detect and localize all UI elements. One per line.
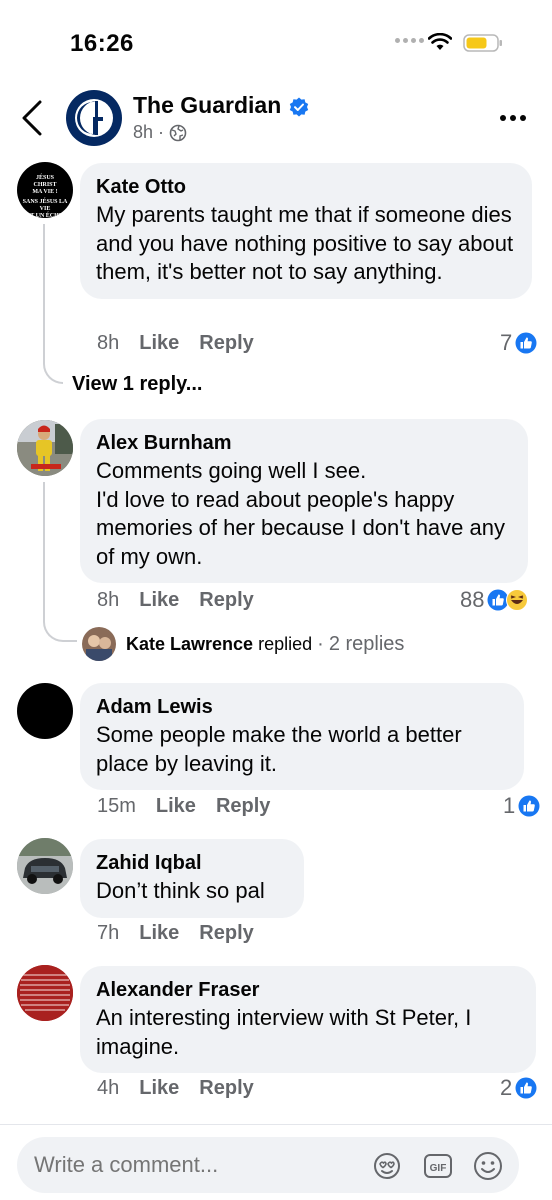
gif-icon[interactable]: GIF xyxy=(422,1150,454,1182)
replied-label: replied xyxy=(258,633,313,654)
avatar-photo xyxy=(17,420,73,476)
avatar-kate-lawrence xyxy=(82,627,116,661)
comment-composer[interactable]: GIF xyxy=(17,1137,519,1193)
reaction-count: 88 xyxy=(460,587,485,612)
comment-text: My parents taught me that if someone die… xyxy=(96,202,514,284)
comment-author[interactable]: Kate Otto xyxy=(96,174,516,200)
comment-text: Some people make the world a better plac… xyxy=(96,722,462,776)
reaction-count: 7 xyxy=(500,330,513,355)
comment-bubble[interactable]: Adam Lewis Some people make the world a … xyxy=(80,683,524,790)
verified-badge-icon xyxy=(289,97,309,117)
comment-text: An interesting interview with St Peter, … xyxy=(96,1005,472,1059)
replier-name[interactable]: Kate Lawrence xyxy=(126,634,253,654)
post-time: 8h xyxy=(133,122,154,142)
post-meta: 8h · xyxy=(133,122,187,143)
status-time: 16:26 xyxy=(70,30,134,57)
status-bar: 16:26 xyxy=(0,0,552,80)
replies-count[interactable]: 2 replies xyxy=(329,633,405,655)
like-button[interactable]: Like xyxy=(139,1077,179,1100)
reply-button[interactable]: Reply xyxy=(199,332,253,355)
avatar-alexander-fraser[interactable] xyxy=(17,965,73,1021)
comment-bubble[interactable]: Zahid Iqbal Don’t think so pal xyxy=(80,839,304,918)
like-button[interactable]: Like xyxy=(139,589,179,612)
comment-bubble[interactable]: Kate Otto My parents taught me that if s… xyxy=(80,163,532,299)
svg-text:GIF: GIF xyxy=(430,1163,447,1174)
view-replies-link[interactable]: View 1 reply... xyxy=(72,373,202,396)
like-reaction-icon xyxy=(515,332,537,354)
comment-actions: 8h Like Reply xyxy=(97,589,254,612)
back-icon[interactable] xyxy=(18,98,46,138)
reaction-summary[interactable]: 1 xyxy=(503,793,540,819)
avatar-photo xyxy=(17,838,73,894)
reply-button[interactable]: Reply xyxy=(216,795,270,818)
signal-icon xyxy=(395,38,424,43)
replies-preview[interactable]: Kate Lawrence replied · 2 replies xyxy=(82,627,404,661)
comment-author[interactable]: Zahid Iqbal xyxy=(96,850,288,876)
comment-composer-bar: GIF xyxy=(0,1124,552,1200)
wifi-icon xyxy=(428,33,452,50)
comment-author[interactable]: Adam Lewis xyxy=(96,694,508,720)
meta-separator: · xyxy=(317,632,324,655)
comment-time: 8h xyxy=(97,332,120,354)
comment-time: 7h xyxy=(97,922,120,944)
emoji-icon[interactable] xyxy=(472,1150,504,1182)
like-button[interactable]: Like xyxy=(139,922,179,945)
comment-actions: 7h Like Reply xyxy=(97,922,254,945)
comment-bubble[interactable]: Alexander Fraser An interesting intervie… xyxy=(80,966,536,1073)
like-reaction-icon xyxy=(515,1077,537,1099)
reaction-summary[interactable]: 88 xyxy=(460,587,529,613)
comment-text: Comments going well I see. I'd love to r… xyxy=(96,458,505,569)
reaction-summary[interactable]: 2 xyxy=(500,1075,537,1101)
reaction-count: 2 xyxy=(500,1075,513,1100)
comment-author[interactable]: Alexander Fraser xyxy=(96,977,520,1003)
post-header: The Guardian 8h · xyxy=(0,80,552,155)
avatar-zahid-iqbal[interactable] xyxy=(17,838,73,894)
avatar-adam-lewis[interactable] xyxy=(17,683,73,739)
avatar-sticker-icon[interactable] xyxy=(371,1150,403,1182)
reply-button[interactable]: Reply xyxy=(199,589,253,612)
comment-actions: 4h Like Reply xyxy=(97,1077,254,1100)
battery-icon xyxy=(463,34,502,52)
comment-text: Don’t think so pal xyxy=(96,878,265,903)
like-reaction-icon xyxy=(518,795,540,817)
avatar-text-image xyxy=(17,965,73,1021)
comment-input[interactable] xyxy=(34,1152,364,1178)
like-button[interactable]: Like xyxy=(139,332,179,355)
reaction-summary[interactable]: 7 xyxy=(500,330,537,356)
comment-time: 8h xyxy=(97,589,120,611)
thread-line xyxy=(43,224,63,384)
guardian-avatar[interactable] xyxy=(66,90,122,146)
avatar-slogan: JÉSUS CHRIST MA VIE ! SANS JÉSUS LA VIE ES… xyxy=(22,175,68,218)
reaction-count: 1 xyxy=(503,793,516,818)
avatar-kate-otto[interactable]: JÉSUS CHRIST MA VIE ! SANS JÉSUS LA VIE ES… xyxy=(17,162,73,218)
meta-separator: · xyxy=(158,122,165,142)
comment-time: 4h xyxy=(97,1077,120,1099)
thread-line xyxy=(43,482,77,642)
more-options-icon[interactable] xyxy=(500,107,534,129)
haha-reaction-icon xyxy=(506,589,529,611)
comment-actions: 15m Like Reply xyxy=(97,795,270,818)
guardian-logo-icon xyxy=(67,91,121,145)
avatar-alex-burnham[interactable] xyxy=(17,420,73,476)
reply-button[interactable]: Reply xyxy=(199,1077,253,1100)
comment-author[interactable]: Alex Burnham xyxy=(96,430,512,456)
comment-time: 15m xyxy=(97,795,136,817)
reply-button[interactable]: Reply xyxy=(199,922,253,945)
comment-bubble[interactable]: Alex Burnham Comments going well I see. … xyxy=(80,419,528,583)
comment-actions: 8h Like Reply xyxy=(97,332,254,355)
like-button[interactable]: Like xyxy=(156,795,196,818)
globe-icon xyxy=(169,124,187,141)
page-name[interactable]: The Guardian xyxy=(133,92,281,119)
